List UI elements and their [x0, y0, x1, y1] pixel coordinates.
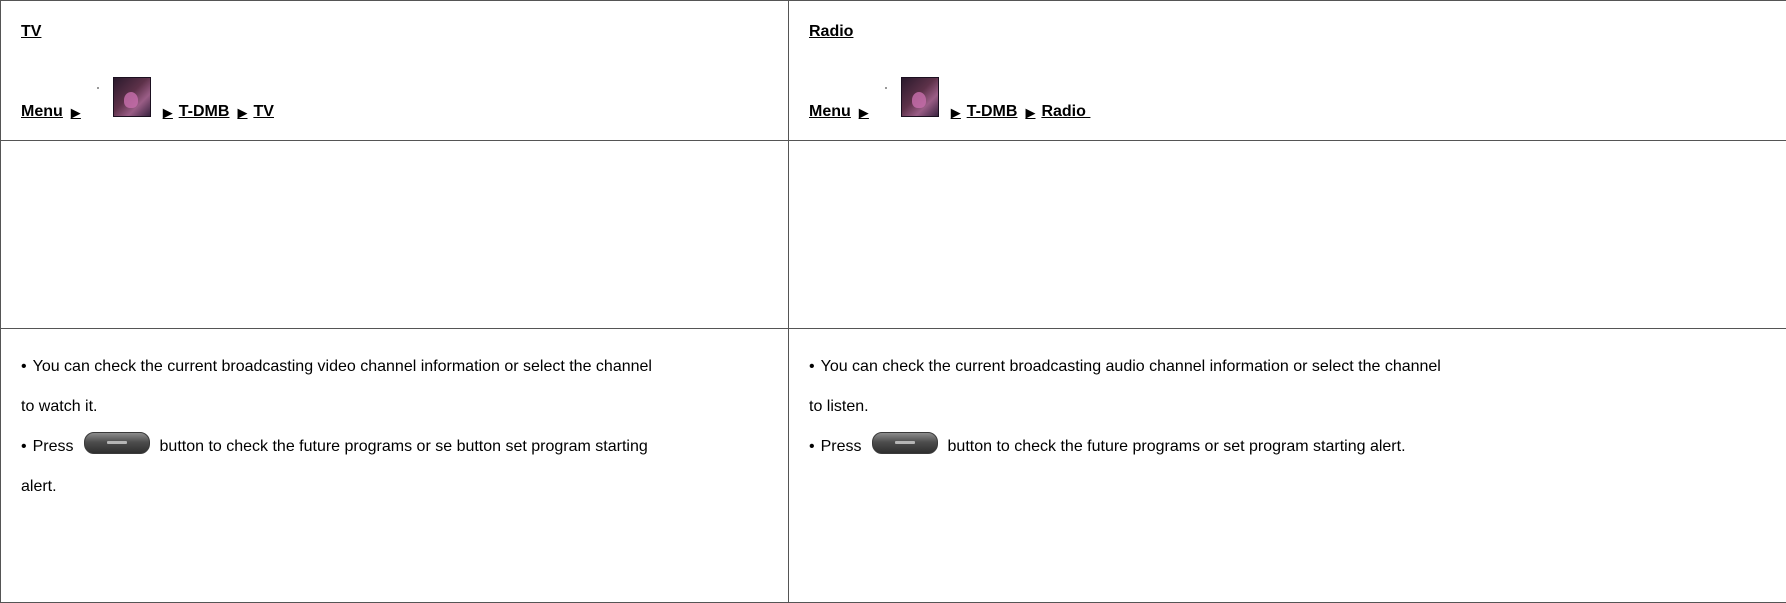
radio-tdmb-label: T-DMB: [967, 103, 1018, 121]
radio-arrow-2: ▶: [951, 105, 961, 121]
tv-arrow-3: ▶: [237, 105, 247, 121]
description-row: • You can check the current broadcasting …: [1, 329, 1786, 603]
radio-line-1: You can check the current broadcasting a…: [821, 358, 1441, 375]
tv-tdmb-label: T-DMB: [179, 103, 230, 121]
radio-line-2: button to check the future programs or s…: [948, 438, 1406, 455]
radio-bullet-1: • You can check the current broadcasting …: [809, 347, 1786, 387]
tv-screenshot-cell: [1, 141, 789, 329]
radio-press-label: Press: [821, 438, 862, 455]
tv-line-2: button to check the future programs or s…: [160, 438, 648, 455]
tv-menu-label: Menu: [21, 103, 63, 121]
tv-section-title: TV: [21, 23, 41, 41]
radio-menu-path: Menu ▶ ▶ T-DMB ▶ Radio: [809, 71, 1090, 121]
tdmb-app-icon: [901, 77, 939, 117]
radio-arrow-1: ▶: [859, 105, 869, 121]
tv-line-1: You can check the current broadcasting v…: [33, 358, 652, 375]
tv-press-label: Press: [33, 438, 74, 455]
radio-trailing-space: [1086, 103, 1090, 121]
tv-arrow-1: ▶: [71, 105, 81, 121]
tdmb-guide-table: TV Menu ▶ ▶ T-DMB ▶ TV Radio Menu ▶: [0, 0, 1786, 603]
bullet-mark: •: [21, 438, 27, 455]
tv-description-cell: • You can check the current broadcasting …: [1, 329, 789, 603]
tv-line-2-cont: alert.: [21, 467, 788, 507]
screenshot-row: [1, 141, 1786, 329]
tv-header-cell: TV Menu ▶ ▶ T-DMB ▶ TV: [1, 1, 789, 141]
radio-description-cell: • You can check the current broadcasting …: [789, 329, 1786, 603]
tv-menu-path: Menu ▶ ▶ T-DMB ▶ TV: [21, 71, 274, 121]
radio-menu-label: Menu: [809, 103, 851, 121]
radio-header-cell: Radio Menu ▶ ▶ T-DMB ▶ Radio: [789, 1, 1786, 141]
radio-bullet-2: • Press button to check the future program…: [809, 427, 1786, 467]
tv-bullet-1: • You can check the current broadcasting …: [21, 347, 788, 387]
tv-line-1-cont: to watch it.: [21, 387, 788, 427]
radio-screenshot-cell: [789, 141, 1786, 329]
bullet-mark: •: [21, 358, 27, 375]
tdmb-app-icon: [113, 77, 151, 117]
radio-section-title: Radio: [809, 23, 853, 41]
radio-target-label: Radio: [1041, 103, 1085, 121]
tv-arrow-2: ▶: [163, 105, 173, 121]
tv-target-label: TV: [253, 103, 273, 121]
tv-bullet-2: • Press button to check the future program…: [21, 427, 788, 467]
epg-button-icon: [84, 432, 150, 454]
radio-line-1-cont: to listen.: [809, 387, 1786, 427]
bullet-mark: •: [809, 438, 815, 455]
bullet-mark: •: [809, 358, 815, 375]
tv-dot-mark: [97, 87, 99, 89]
epg-button-icon: [872, 432, 938, 454]
radio-arrow-3: ▶: [1025, 105, 1035, 121]
header-row: TV Menu ▶ ▶ T-DMB ▶ TV Radio Menu ▶: [1, 1, 1786, 141]
radio-dot-mark: [885, 87, 887, 89]
